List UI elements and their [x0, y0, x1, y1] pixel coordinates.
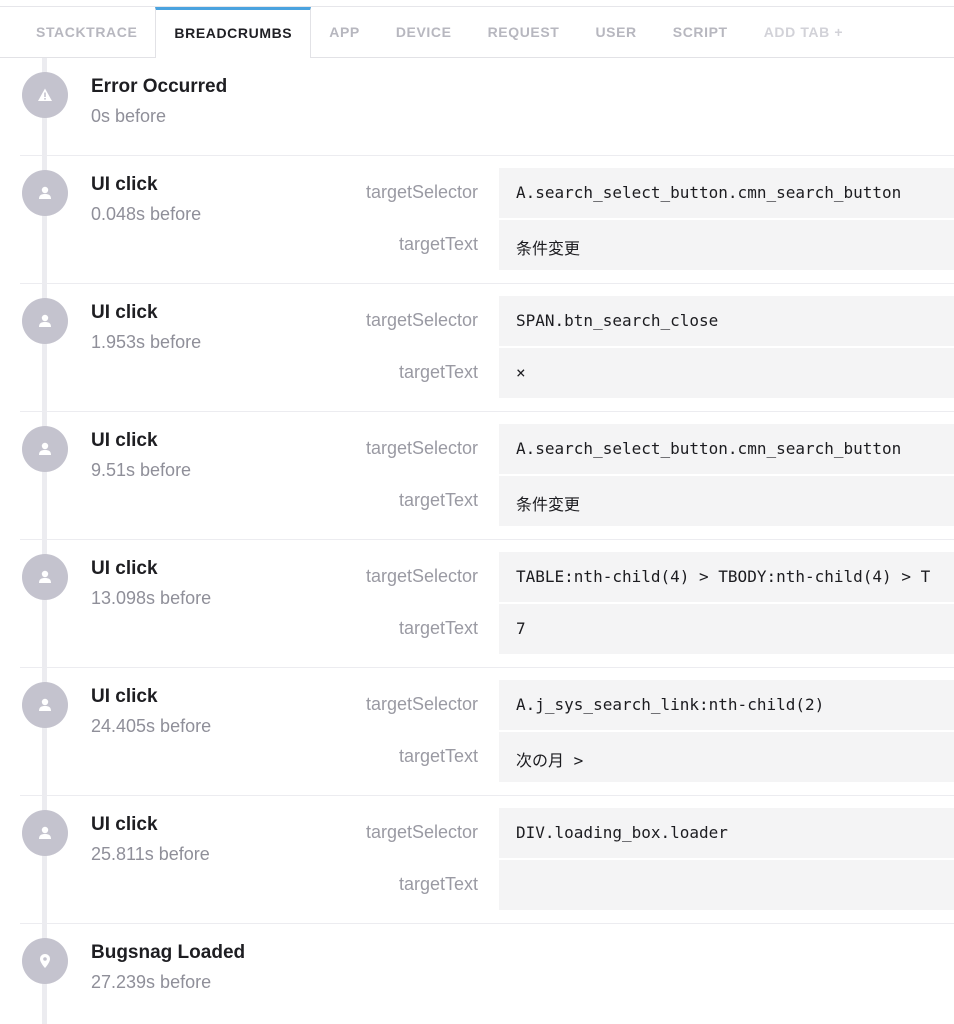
metadata-key: targetSelector	[365, 438, 478, 458]
breadcrumb-item: UI click 25.811s before targetSelector D…	[20, 796, 954, 924]
breadcrumb-item: Error Occurred 0s before	[20, 58, 954, 156]
breadcrumb-time: 27.239s before	[91, 972, 212, 992]
metadata-row: targetSelector A.search_select_button.cm…	[20, 424, 954, 476]
metadata-row: targetSelector A.j_sys_search_link:nth-c…	[20, 680, 954, 732]
breadcrumb-metadata: targetSelector SPAN.btn_search_close tar…	[20, 296, 954, 400]
metadata-key: targetText	[398, 490, 478, 510]
tab-app[interactable]: APP	[311, 7, 378, 57]
metadata-value: TABLE:nth-child(4) > TBODY:nth-child(4) …	[499, 552, 954, 602]
metadata-value: SPAN.btn_search_close	[499, 296, 954, 346]
metadata-key: targetSelector	[365, 310, 478, 330]
metadata-row: targetSelector A.search_select_button.cm…	[20, 168, 954, 220]
tab-request[interactable]: REQUEST	[470, 7, 578, 57]
breadcrumb-list: Error Occurred 0s before UI click 0.048s…	[0, 58, 954, 1020]
breadcrumb-item: UI click 13.098s before targetSelector T…	[20, 540, 954, 668]
metadata-key: targetSelector	[365, 566, 478, 586]
metadata-key: targetText	[398, 362, 478, 382]
metadata-key: targetText	[398, 746, 478, 766]
metadata-value: A.j_sys_search_link:nth-child(2)	[499, 680, 954, 730]
metadata-key: targetText	[398, 234, 478, 254]
metadata-value: 次の月 >	[499, 732, 954, 782]
metadata-value: DIV.loading_box.loader	[499, 808, 954, 858]
breadcrumb-title: Error Occurred	[91, 76, 228, 97]
metadata-row: targetSelector TABLE:nth-child(4) > TBOD…	[20, 552, 954, 604]
warning-icon	[22, 72, 68, 118]
add-tab-button[interactable]: ADD TAB +	[746, 7, 861, 57]
metadata-key: targetSelector	[365, 822, 478, 842]
breadcrumb-time: 0s before	[91, 106, 167, 126]
metadata-value: ×	[499, 348, 954, 398]
location-pin-icon	[22, 938, 68, 984]
breadcrumb-item: UI click 24.405s before targetSelector A…	[20, 668, 954, 796]
tab-script[interactable]: SCRIPT	[655, 7, 746, 57]
tab-stacktrace[interactable]: STACKTRACE	[0, 7, 155, 57]
breadcrumb-title: Bugsnag Loaded	[91, 942, 246, 963]
breadcrumb-item: Bugsnag Loaded 27.239s before	[20, 924, 954, 1020]
metadata-value: A.search_select_button.cmn_search_button	[499, 168, 954, 218]
metadata-key: targetSelector	[365, 182, 478, 202]
metadata-key: targetText	[398, 874, 478, 894]
metadata-row: targetSelector SPAN.btn_search_close	[20, 296, 954, 348]
metadata-value	[499, 860, 954, 910]
breadcrumb-metadata: targetSelector A.search_select_button.cm…	[20, 168, 954, 272]
breadcrumb-item: UI click 9.51s before targetSelector A.s…	[20, 412, 954, 540]
metadata-row: targetText 条件変更	[20, 476, 954, 528]
metadata-value: A.search_select_button.cmn_search_button	[499, 424, 954, 474]
metadata-value: 7	[499, 604, 954, 654]
metadata-row: targetText	[20, 860, 954, 912]
metadata-key: targetText	[398, 618, 478, 638]
breadcrumb-metadata: targetSelector A.search_select_button.cm…	[20, 424, 954, 528]
tab-user[interactable]: USER	[577, 7, 654, 57]
metadata-row: targetText ×	[20, 348, 954, 400]
breadcrumb-metadata: targetSelector TABLE:nth-child(4) > TBOD…	[20, 552, 954, 656]
metadata-key: targetSelector	[365, 694, 478, 714]
metadata-value: 条件変更	[499, 220, 954, 270]
metadata-row: targetSelector DIV.loading_box.loader	[20, 808, 954, 860]
breadcrumb-item: UI click 1.953s before targetSelector SP…	[20, 284, 954, 412]
metadata-row: targetText 条件変更	[20, 220, 954, 272]
breadcrumb-metadata: targetSelector A.j_sys_search_link:nth-c…	[20, 680, 954, 784]
breadcrumb-item: UI click 0.048s before targetSelector A.…	[20, 156, 954, 284]
tab-device[interactable]: DEVICE	[378, 7, 470, 57]
tab-bar: STACKTRACE BREADCRUMBS APP DEVICE REQUES…	[0, 6, 954, 58]
tab-breadcrumbs[interactable]: BREADCRUMBS	[155, 7, 312, 58]
metadata-value: 条件変更	[499, 476, 954, 526]
metadata-row: targetText 次の月 >	[20, 732, 954, 784]
metadata-row: targetText 7	[20, 604, 954, 656]
breadcrumb-metadata: targetSelector DIV.loading_box.loader ta…	[20, 808, 954, 912]
